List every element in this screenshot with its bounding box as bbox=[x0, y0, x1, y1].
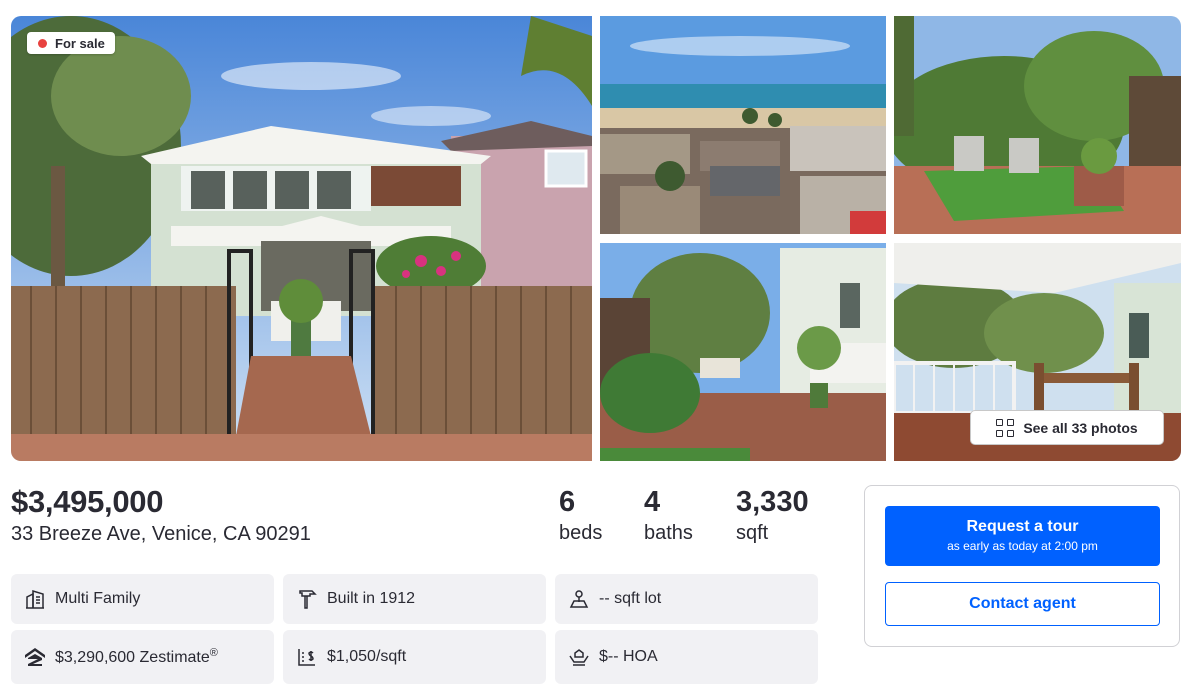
beds-label: beds bbox=[559, 522, 603, 544]
backyard-photo[interactable] bbox=[894, 16, 1181, 234]
fact-year-built-text: Built in 1912 bbox=[327, 590, 416, 607]
contact-card: Request a tour as early as today at 2:00… bbox=[864, 485, 1180, 647]
listing-price: $3,495,000 bbox=[11, 484, 164, 519]
grid-icon bbox=[996, 418, 1015, 437]
see-all-photos-label: See all 33 photos bbox=[1023, 419, 1138, 436]
beds-stat: 6 beds bbox=[559, 486, 602, 545]
baths-stat: 4 baths bbox=[644, 486, 693, 545]
fact-zestimate[interactable]: $3,290,600 Zestimate® bbox=[11, 630, 274, 684]
price-per-sqft-icon bbox=[296, 646, 318, 668]
fact-hoa-text: $-- HOA bbox=[599, 648, 658, 665]
sqft-label: sqft bbox=[736, 522, 769, 544]
request-tour-label: Request a tour bbox=[966, 518, 1079, 535]
sqft-value: 3,330 bbox=[736, 486, 809, 518]
patio-photo[interactable] bbox=[600, 243, 886, 461]
sqft-stat: 3,330 sqft bbox=[736, 486, 809, 545]
baths-value: 4 bbox=[644, 486, 661, 518]
for-sale-label: For sale bbox=[55, 35, 105, 51]
fact-lot-size: -- sqft lot bbox=[555, 574, 818, 624]
request-tour-button[interactable]: Request a tour as early as today at 2:00… bbox=[885, 506, 1160, 566]
request-tour-sublabel: as early as today at 2:00 pm bbox=[947, 539, 1098, 553]
building-icon bbox=[24, 588, 46, 610]
covered-porch-photo[interactable]: See all 33 photos bbox=[894, 243, 1181, 461]
main-house-photo[interactable]: For sale bbox=[11, 16, 592, 461]
see-all-photos-button[interactable]: See all 33 photos bbox=[970, 410, 1164, 445]
fact-price-per-sqft-text: $1,050/sqft bbox=[327, 648, 407, 665]
hoa-hands-icon bbox=[568, 646, 590, 668]
fact-home-type-text: Multi Family bbox=[55, 590, 141, 607]
fact-zestimate-text: $3,290,600 Zestimate® bbox=[55, 647, 218, 666]
fact-home-type: Multi Family bbox=[11, 574, 274, 624]
listing-address: 33 Breeze Ave, Venice, CA 90291 bbox=[11, 523, 311, 545]
ocean-view-photo[interactable] bbox=[600, 16, 886, 234]
fact-price-per-sqft: $1,050/sqft bbox=[283, 630, 546, 684]
baths-label: baths bbox=[644, 522, 693, 544]
fact-year-built: Built in 1912 bbox=[283, 574, 546, 624]
status-dot-icon bbox=[38, 38, 47, 48]
fact-lot-size-text: -- sqft lot bbox=[599, 590, 662, 607]
beds-value: 6 bbox=[559, 486, 576, 518]
registered-mark: ® bbox=[209, 647, 218, 659]
for-sale-badge: For sale bbox=[27, 32, 115, 54]
contact-agent-button[interactable]: Contact agent bbox=[885, 582, 1160, 626]
lot-size-icon bbox=[568, 588, 590, 610]
photo-gallery: For sale See all 33 photos bbox=[11, 16, 1181, 461]
hammer-icon bbox=[296, 588, 318, 610]
fact-hoa: $-- HOA bbox=[555, 630, 818, 684]
zestimate-logo-icon bbox=[24, 646, 46, 668]
